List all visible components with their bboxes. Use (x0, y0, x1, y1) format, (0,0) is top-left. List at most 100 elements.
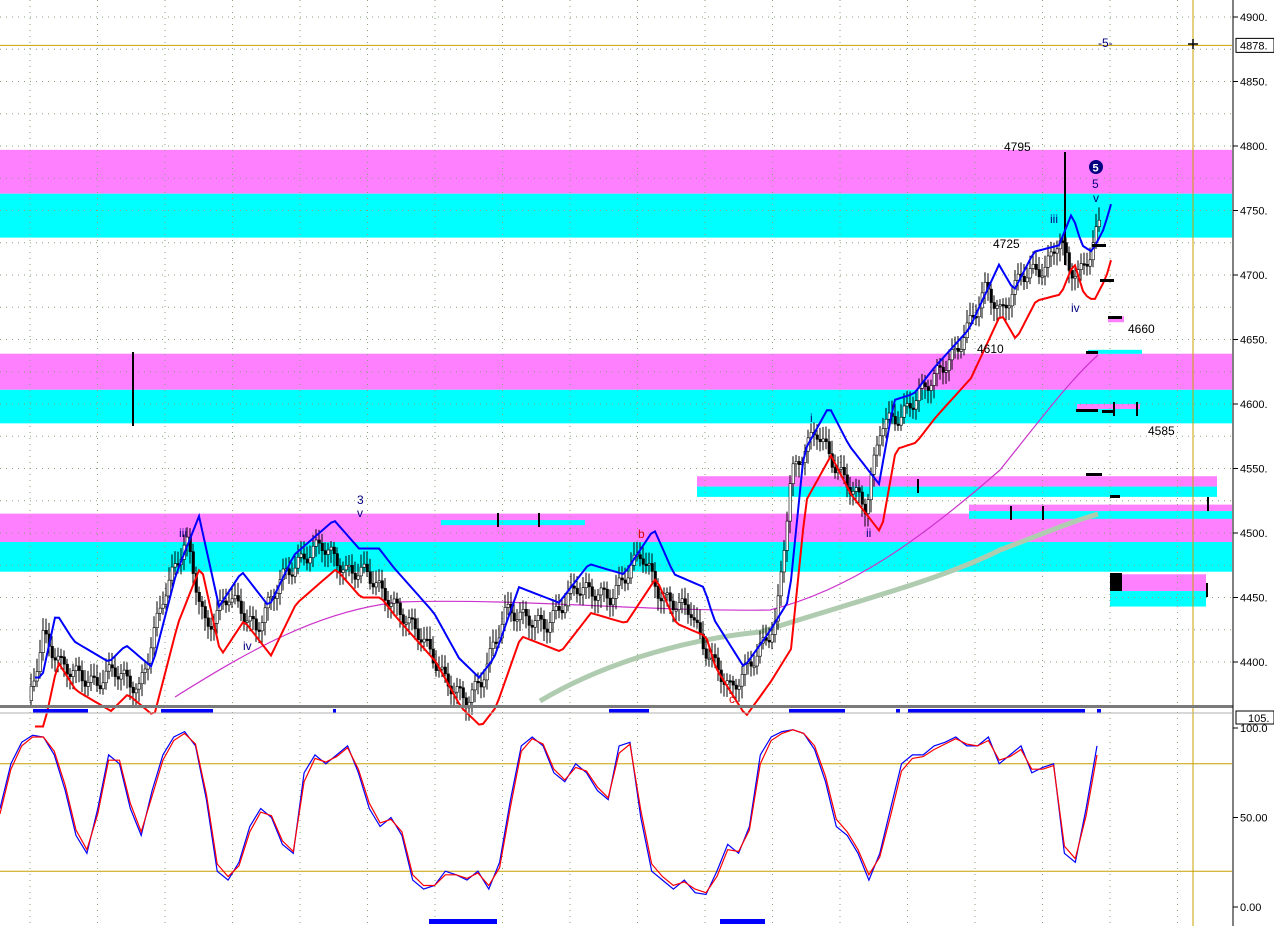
candle-up (518, 611, 522, 620)
candle-down (908, 403, 912, 409)
candle-down (110, 664, 114, 669)
wave-label-5: c (729, 692, 735, 706)
candle-up (1031, 263, 1035, 269)
candle-up (473, 681, 477, 691)
candle-up (1088, 259, 1092, 267)
candle-up (329, 546, 333, 551)
level-tick (1076, 409, 1098, 412)
candle-down (251, 616, 255, 620)
candle-down (590, 586, 594, 597)
level-tick (1100, 279, 1114, 282)
candle-up (581, 587, 585, 596)
candle-up (680, 598, 684, 603)
candle-up (422, 638, 426, 643)
candle-up (968, 315, 972, 324)
candle-up (866, 499, 870, 514)
candle-up (1010, 294, 1014, 307)
candle-up (521, 608, 525, 613)
resistance-zone-upper (1110, 574, 1206, 592)
signal-bar (1097, 709, 1101, 713)
level-tick (1086, 351, 1098, 354)
candle-up (674, 609, 678, 612)
candle-down (77, 665, 81, 671)
candle-up (791, 463, 795, 484)
signal-bar (429, 919, 497, 924)
candle-up (359, 566, 363, 577)
crosshair-price-label: 4878. (1240, 40, 1268, 52)
candle-down (1037, 269, 1041, 278)
candle-down (128, 675, 132, 688)
candle-down (95, 677, 99, 686)
wave-label-12: -5- (1098, 36, 1113, 50)
price-tick-label: 4900. (1240, 12, 1268, 24)
level-label: 4585 (1148, 424, 1175, 438)
candle-down (602, 587, 606, 590)
candle-up (308, 557, 312, 564)
candle-up (74, 665, 78, 672)
candle-up (869, 474, 873, 500)
band-layer (35, 203, 1112, 728)
candle-down (815, 434, 819, 440)
candle-up (953, 347, 957, 351)
candle-down (290, 574, 294, 577)
candle-up (158, 607, 162, 614)
crosshair-cursor-icon (1188, 39, 1198, 49)
candle-up (839, 466, 843, 470)
candle-up (506, 603, 510, 608)
candle-up (143, 668, 147, 673)
candle-up (356, 575, 360, 580)
level-block (1110, 573, 1122, 591)
candle-up (626, 577, 630, 584)
candle-up (1079, 263, 1083, 270)
candle-down (332, 546, 336, 554)
candle-up (245, 620, 249, 623)
candle-down (656, 586, 660, 599)
candle-down (527, 615, 531, 626)
candle-up (86, 682, 90, 687)
candle-down (254, 618, 258, 631)
candle-down (98, 685, 102, 690)
level-label: 4725 (993, 237, 1020, 251)
level-tick (1136, 402, 1138, 416)
candle-down (62, 656, 66, 665)
candle-up (584, 582, 588, 588)
candle-down (131, 686, 135, 694)
signal-bar (161, 709, 213, 713)
candle-down (668, 592, 672, 602)
price-tick-label: 4650. (1240, 335, 1268, 347)
candle-up (1028, 268, 1032, 279)
candle-up (740, 674, 744, 687)
price-axis[interactable]: 4900. 4850. 4800. 4750. 4700. 4650. 4600. 4550.… (1232, 0, 1274, 926)
candle-down (857, 487, 861, 493)
level-tick (1010, 506, 1012, 520)
candle-up (137, 683, 141, 690)
candle-down (818, 439, 822, 443)
candle-up (32, 680, 36, 687)
level-label: 4610 (977, 342, 1004, 356)
candle-up (614, 584, 618, 599)
candle-down (638, 554, 642, 560)
level-label: 4660 (1128, 322, 1155, 336)
wave-label-1: iv (243, 639, 252, 653)
candle-up (1097, 219, 1101, 227)
candle-up (389, 602, 393, 607)
candle-down (395, 598, 399, 604)
level-tick (1102, 410, 1114, 413)
candle-down (560, 610, 564, 614)
candle-up (995, 305, 999, 309)
signal-bar (33, 709, 88, 713)
candle-down (476, 681, 480, 684)
candle-down (317, 539, 321, 544)
candle-up (548, 622, 552, 633)
candle-down (1034, 263, 1038, 270)
candle-down (206, 617, 210, 627)
candle-down (692, 617, 696, 621)
candle-down (797, 461, 801, 465)
candle-up (293, 567, 297, 577)
candle-up (647, 563, 651, 566)
candle-down (992, 302, 996, 309)
candle-up (491, 641, 495, 649)
signal-bar (333, 709, 336, 713)
candle-down (65, 663, 69, 675)
candle-up (89, 675, 93, 683)
